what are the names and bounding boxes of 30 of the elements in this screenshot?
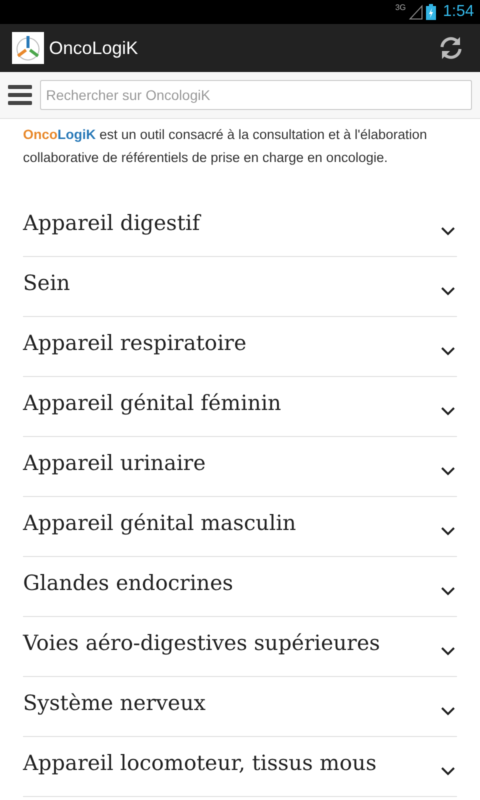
clock: 1:54 — [442, 3, 474, 21]
network-label: 3G — [395, 3, 406, 12]
section-item[interactable]: Appareil locomoteur, tissus mous — [23, 737, 457, 797]
section-item[interactable]: Appareil urinaire — [23, 437, 457, 497]
section-item[interactable]: Système nerveux — [23, 677, 457, 737]
logo-icon — [12, 32, 44, 64]
chevron-icon — [440, 526, 456, 536]
menu-icon[interactable] — [8, 84, 32, 106]
chevron-icon — [440, 466, 456, 476]
chevron-icon — [440, 766, 456, 776]
intro-text: OncoLogiK est un outil consacré à la consultation et à l'élaboration collaborative de référentiels de prise en charge en oncologie. — [22, 126, 428, 167]
section-item[interactable]: Voies aéro-digestives supérieures — [23, 617, 457, 677]
refresh-icon[interactable] — [438, 35, 464, 61]
section-item[interactable]: Appareil respiratoire — [23, 317, 457, 377]
section-item[interactable]: Appareil génital féminin — [23, 377, 457, 437]
chevron-icon — [440, 286, 456, 296]
section-item[interactable]: Sein — [23, 257, 457, 317]
chevron-icon — [440, 706, 456, 716]
chevron-icon — [440, 346, 456, 356]
section-item[interactable]: Appareil génital masculin — [23, 497, 457, 557]
section-item[interactable]: Glandes endocrines — [23, 557, 457, 617]
chevron-icon — [440, 406, 456, 416]
battery-icon — [426, 4, 436, 20]
chevron-icon — [440, 226, 456, 236]
section-item[interactable]: Appareil digestif — [23, 197, 457, 257]
signal-icon — [408, 4, 423, 20]
app-title: OncoLogiK — [49, 38, 140, 58]
chevron-icon — [440, 646, 456, 656]
search-field[interactable]: Rechercher sur OncologiK — [40, 80, 472, 110]
chevron-icon — [440, 586, 456, 596]
